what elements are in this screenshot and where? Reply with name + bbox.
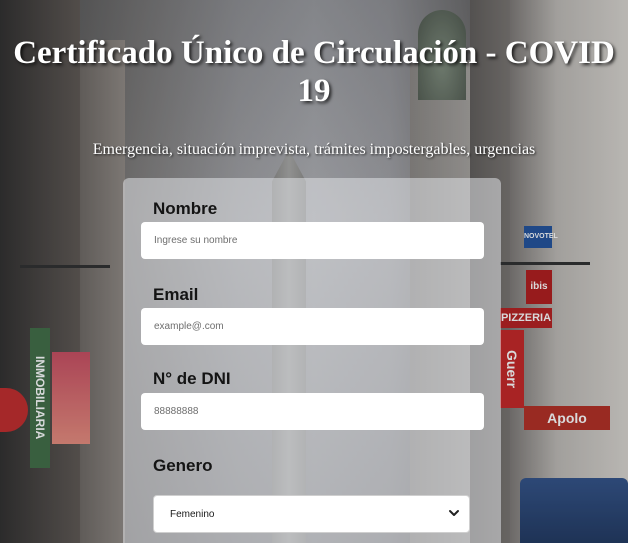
chevron-down-icon [447,506,461,520]
nombre-label: Nombre [153,199,218,218]
email-label: Email [153,285,199,304]
email-input[interactable] [141,308,484,345]
dni-input[interactable] [141,393,484,430]
nombre-input[interactable] [141,222,484,259]
dni-label: N° de DNI [153,369,231,388]
genero-label: Genero [153,456,213,475]
genero-selected-value: Femenino [170,509,215,520]
page-title: Certificado Único de Circulación - COVID… [13,35,615,109]
genero-select[interactable]: Femenino [153,495,470,533]
page-subtitle: Emergencia, situación imprevista, trámit… [92,141,536,158]
